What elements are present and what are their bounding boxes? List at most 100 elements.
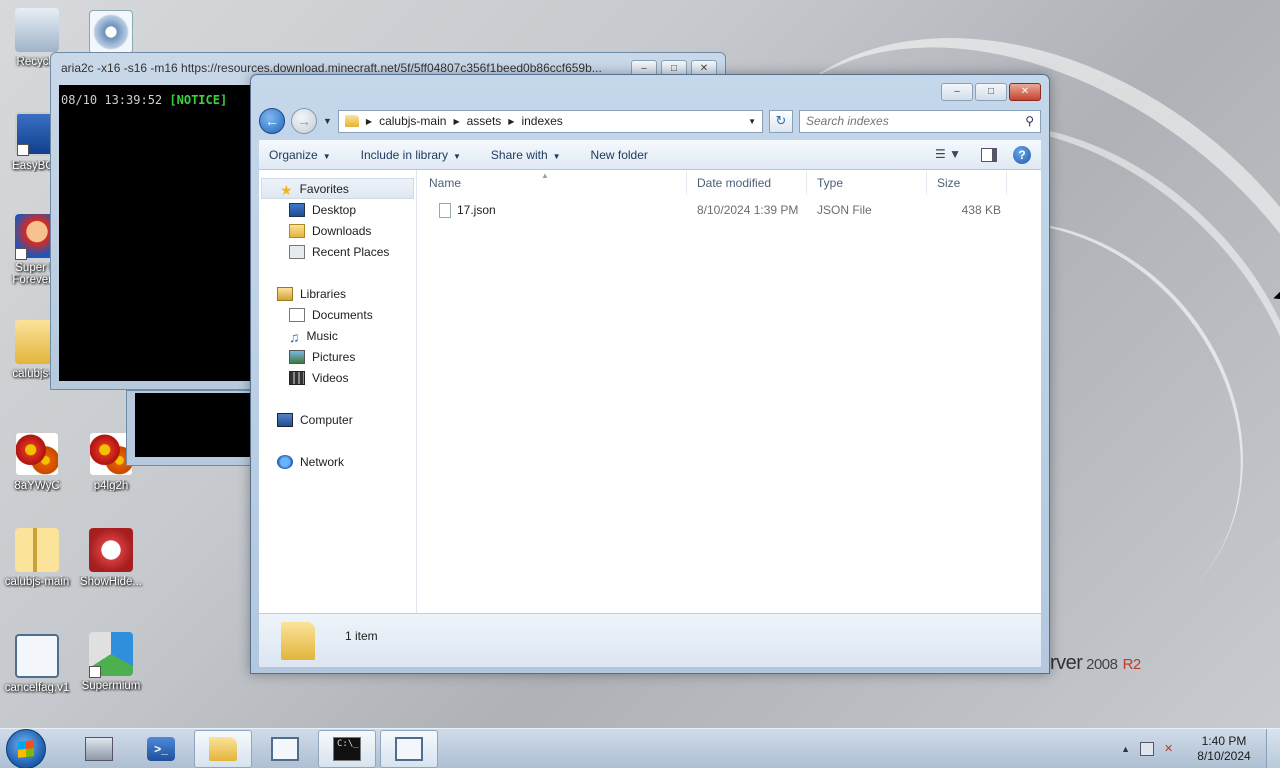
nav-music[interactable]: ♫ Music	[259, 325, 416, 346]
refresh-button[interactable]: ↻	[769, 109, 793, 133]
settings-gear-icon	[89, 10, 133, 54]
taskbar-explorer[interactable]	[194, 729, 252, 768]
taskbar-powershell[interactable]: >_	[132, 730, 190, 768]
column-header-type[interactable]: Type	[807, 170, 927, 195]
nav-pictures[interactable]: Pictures	[259, 346, 416, 367]
nav-favorites[interactable]: ★ Favorites	[261, 178, 414, 199]
chevron-down-icon: ▼	[453, 151, 461, 161]
shortcut-arrow-icon	[17, 144, 29, 156]
file-row[interactable]: 17.json 8/10/2024 1:39 PM JSON File 438 …	[417, 199, 1041, 221]
item-count: 1 item	[345, 629, 378, 643]
documents-icon	[289, 307, 305, 322]
column-header-date[interactable]: Date modified	[687, 170, 807, 195]
help-icon[interactable]: ?	[1013, 145, 1031, 164]
volume-muted-icon[interactable]: ✕	[1164, 742, 1178, 756]
nav-computer[interactable]: Computer	[259, 409, 416, 430]
taskbar-cmd[interactable]: C:\_	[318, 729, 376, 768]
taskbar-app[interactable]	[256, 730, 314, 768]
recent-pages-dropdown[interactable]: ▼	[323, 116, 332, 126]
minimize-button[interactable]: –	[941, 83, 973, 101]
explorer-icon	[209, 736, 237, 761]
preview-pane-icon[interactable]	[981, 147, 997, 162]
zip-folder-icon	[15, 528, 59, 572]
address-bar[interactable]: ▶ calubjs-main ▶ assets ▶ indexes ▼	[337, 109, 763, 133]
desktop-icon-label: cancelfag.v1	[4, 682, 70, 694]
back-button[interactable]: ←	[259, 108, 285, 134]
desktop-icon-label: ShowHide...	[79, 576, 142, 588]
column-headers: ▲ Name Date modified Type Size	[417, 170, 1041, 196]
explorer-window[interactable]: – □ ✕ ← → ▼ ▶ calubjs-main ▶ assets ▶ in…	[250, 74, 1050, 674]
network-icon	[277, 454, 293, 469]
file-list[interactable]: ▲ Name Date modified Type Size 17.json 8/…	[417, 170, 1041, 613]
taskbar: >_ C:\_ ▲ ✕ 1:40 PM 8/10/2024	[0, 728, 1280, 768]
nav-documents[interactable]: Documents	[259, 304, 416, 325]
breadcrumb-separator[interactable]: ▶	[453, 117, 459, 126]
console-window-secondary[interactable]	[126, 390, 256, 466]
column-header-name[interactable]: ▲ Name	[417, 170, 687, 195]
organize-menu[interactable]: Organize ▼	[269, 148, 331, 162]
desktop-icon-calubjs-zip[interactable]: calubjs-main	[0, 528, 74, 588]
app-window-icon	[15, 634, 59, 678]
desktop-icon	[289, 202, 305, 217]
command-bar: Organize ▼ Include in library ▼ Share with…	[259, 140, 1041, 170]
breadcrumb-item[interactable]: indexes	[521, 114, 562, 128]
videos-icon	[289, 370, 305, 385]
close-button[interactable]: ✕	[1009, 83, 1041, 101]
search-icon: ⚲	[1025, 114, 1034, 128]
mouse-cursor-icon	[1273, 291, 1280, 303]
file-date: 8/10/2024 1:39 PM	[697, 203, 799, 217]
recycle-bin-icon	[15, 8, 59, 52]
clock-date: 8/10/2024	[1197, 748, 1251, 763]
desktop-icon-label: Supermium	[81, 680, 141, 692]
details-pane: 1 item	[259, 613, 1041, 667]
new-folder-button[interactable]: New folder	[591, 148, 648, 162]
breadcrumb-separator[interactable]: ▶	[508, 117, 514, 126]
taskbar-app-2[interactable]	[380, 729, 438, 768]
show-hidden-icons-button[interactable]: ▲	[1121, 744, 1130, 754]
nav-videos[interactable]: Videos	[259, 367, 416, 388]
network-tray-icon[interactable]	[1140, 741, 1154, 756]
search-input[interactable]	[806, 114, 1026, 128]
console-timestamp: 08/10 13:39:52	[61, 93, 163, 107]
chevron-down-icon: ▼	[552, 151, 561, 161]
start-button[interactable]	[6, 728, 46, 768]
show-desktop-button[interactable]	[1266, 728, 1280, 768]
desktop-icon-label: 8aYWyC	[14, 480, 60, 492]
address-dropdown-icon[interactable]: ▼	[748, 117, 756, 126]
desktop-icon-8aywyc[interactable]: 8aYWyC	[0, 432, 74, 492]
file-icon	[439, 202, 451, 218]
breadcrumb-separator[interactable]: ▶	[366, 117, 372, 126]
nav-network[interactable]: Network	[259, 451, 416, 472]
breadcrumb-item[interactable]: calubjs-main	[379, 114, 446, 128]
folder-icon	[281, 622, 315, 660]
chevron-down-icon: ▼	[322, 151, 331, 161]
nav-recent-places[interactable]: Recent Places	[259, 241, 416, 262]
include-in-library-menu[interactable]: Include in library ▼	[361, 148, 461, 162]
forward-button[interactable]: →	[291, 108, 317, 134]
pictures-icon	[289, 349, 305, 364]
desktop-icon-showhide[interactable]: ShowHide...	[74, 528, 148, 588]
desktop-icon-supermium[interactable]: Supermium	[74, 632, 148, 692]
nav-downloads[interactable]: Downloads	[259, 220, 416, 241]
command-prompt-icon: C:\_	[333, 736, 361, 761]
red-circle-app-icon	[89, 528, 133, 572]
nav-libraries[interactable]: Libraries	[259, 283, 416, 304]
shortcut-arrow-icon	[89, 666, 101, 678]
desktop-icon-cancelfag[interactable]: cancelfag.v1	[0, 634, 74, 694]
desktop-icon-settings[interactable]	[74, 10, 148, 58]
share-with-menu[interactable]: Share with ▼	[491, 148, 561, 162]
column-header-size[interactable]: Size	[927, 170, 1007, 195]
system-tray: ▲ ✕ 1:40 PM 8/10/2024	[1121, 734, 1266, 764]
maximize-button[interactable]: □	[975, 83, 1007, 101]
change-view-icon[interactable]: ☰ ▼	[935, 147, 965, 163]
libraries-icon	[277, 286, 293, 301]
nav-desktop[interactable]: Desktop	[259, 199, 416, 220]
clock[interactable]: 1:40 PM 8/10/2024	[1188, 734, 1260, 764]
search-box[interactable]: ⚲	[799, 109, 1041, 133]
clock-time: 1:40 PM	[1201, 733, 1247, 748]
breadcrumb-item[interactable]: assets	[467, 114, 502, 128]
desktop-icon-label: calubjs-main	[4, 576, 70, 588]
file-type: JSON File	[817, 203, 872, 217]
computer-icon	[277, 412, 293, 427]
taskbar-server-manager[interactable]	[70, 730, 128, 768]
